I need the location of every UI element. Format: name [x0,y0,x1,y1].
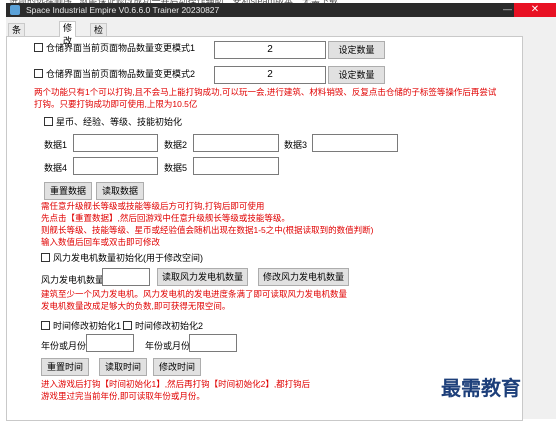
warehouse-mode2-input[interactable]: 2 [214,66,326,84]
warehouse-mode1-input[interactable]: 2 [214,41,326,59]
time-init1-checkbox[interactable] [41,321,50,330]
data3-input[interactable] [312,134,398,152]
warehouse-mode2-set-button[interactable]: 设定数量 [328,66,385,84]
time-note-line2: 游戏里过完当前年份,即可读取年份或月份。 [41,391,205,401]
warehouse-mode2-checkbox[interactable] [34,69,43,78]
time-init1-label: 时间修改初始化1 [53,321,122,331]
tab-terms[interactable]: 条款与协议 [8,23,26,87]
title-bar: Space Industrial Empire V0.6.6.0 Trainer… [6,3,556,17]
wind-init-checkbox[interactable] [41,253,50,262]
watermark-text: 最需教育 [441,376,521,400]
stats-note-line2: 先点击【重置数据】,然后回游戏中任意升级舰长等级或技能等级。 [41,213,290,223]
data5-label: 数据5 [164,163,188,173]
time-init2-checkbox[interactable] [123,321,132,330]
read-wind-count-button[interactable]: 读取风力发电机数量 [157,268,248,286]
reset-data-button[interactable]: 重置数据 [44,182,92,200]
wind-note-line1: 建筑至少一个风力发电机。风力发电机的发电进度条满了即可读取风力发电机数量 [41,289,348,299]
close-button[interactable]: ✕ [514,3,556,17]
reset-time-button[interactable]: 重置时间 [41,358,89,376]
read-time-button[interactable]: 读取时间 [99,358,147,376]
time-note-line1: 进入游戏后打钩【时间初始化1】,然后再打钩【时间初始化2】,都打钩后 [41,379,311,389]
stats-note-line4: 输入数值后回车或双击即可修改 [41,237,161,247]
data3-label: 数据3 [284,140,308,150]
warehouse-mode1-set-button[interactable]: 设定数量 [328,41,385,59]
stats-init-checkbox[interactable] [44,117,53,126]
read-data-button[interactable]: 读取数据 [96,182,144,200]
tab-check-update[interactable]: 检查更新 [90,23,108,74]
data4-input[interactable] [73,157,158,175]
year-month-label-1: 年份或月份 [41,341,87,351]
window-client-area: 条款与协议 修改 检查更新 仓储界面当前页面物品数量变更模式1 2 设定数量 仓… [6,17,556,421]
modify-time-button[interactable]: 修改时间 [153,358,201,376]
wind-note-line2: 发电机数量改成足够大的负数,即可获得无限空间。 [41,301,231,311]
year-month-label-2: 年份或月份 [145,341,191,351]
modify-panel: 仓储界面当前页面物品数量变更模式1 2 设定数量 仓储界面当前页面物品数量变更模… [6,36,523,421]
data4-label: 数据4 [44,163,68,173]
data2-input[interactable] [193,134,279,152]
warehouse-note-line2: 打钩。只要打钩成功即可使用,上限为10.5亿 [34,99,198,109]
app-icon [10,5,20,15]
year-month-input-2[interactable] [189,334,237,352]
warehouse-mode1-checkbox[interactable] [34,43,43,52]
year-month-input-1[interactable] [86,334,134,352]
data1-label: 数据1 [44,140,68,150]
minimize-button[interactable]: — [503,4,512,14]
wind-init-label: 风力发电机数量初始化(用于修改空间) [53,253,203,263]
data5-input[interactable] [193,157,279,175]
stats-init-label: 星币、经验、等级、技能初始化 [56,117,183,127]
data1-input[interactable] [73,134,158,152]
data2-label: 数据2 [164,140,188,150]
wind-count-label: 风力发电机数量 [41,275,105,285]
stats-note-line1: 需任意升级舰长等级或技能等级后方可打钩,打钩后即可使用 [41,201,265,211]
tab-modify[interactable]: 修改 [59,21,77,46]
warehouse-note-line1: 两个功能只有1个可以打钩,且不会马上能打钩成功,可以玩一会,进行建筑、材料销毁、… [34,87,497,97]
modify-wind-count-button[interactable]: 修改风力发电机数量 [258,268,349,286]
window-title: Space Industrial Empire V0.6.6.0 Trainer… [26,5,220,15]
wind-count-input[interactable] [102,268,150,286]
time-init2-label: 时间修改初始化2 [135,321,204,331]
warehouse-mode2-label: 仓储界面当前页面物品数量变更模式2 [46,69,196,79]
stats-note-line3: 则舰长等级、技能等级、星币或经验值会随机出现在数据1-5之中(根据读取到的数值判… [41,225,374,235]
